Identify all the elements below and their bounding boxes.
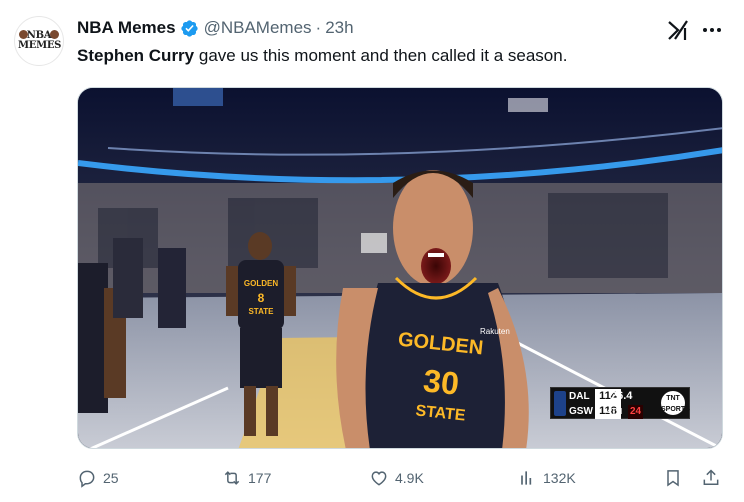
left-jersey-number: 8 (258, 291, 265, 305)
bookmark-icon (667, 470, 679, 487)
action-bar: 25 177 4.9K 132K (77, 466, 723, 490)
verified-badge-icon (180, 19, 198, 37)
like-count: 4.9K (395, 470, 424, 486)
bookmark-button[interactable] (663, 466, 683, 490)
repost-icon (224, 471, 240, 485)
avatar-logo-text: NBA MEMES (18, 30, 62, 51)
views-icon (521, 471, 532, 485)
like-button[interactable]: 4.9K (369, 466, 424, 490)
tweet-text-bold[interactable]: Stephen Curry (77, 46, 194, 65)
heart-icon (371, 471, 387, 486)
reply-icon (79, 470, 95, 488)
nba-logo-icon (554, 391, 566, 416)
quarter: 4TH (607, 407, 623, 416)
reply-count: 25 (103, 470, 119, 486)
game-clock: 26.4 (611, 390, 633, 402)
home-team: GSW (569, 406, 593, 417)
share-button[interactable] (701, 466, 721, 490)
tweet-media-image[interactable]: GOLDEN 8 STATE GOLDEN 30 STATE Rakuten D… (77, 87, 723, 449)
repost-button[interactable]: 177 (222, 466, 271, 490)
jersey-sponsor: Rakuten (480, 327, 510, 336)
away-team: DAL (569, 391, 590, 402)
tweet: NBA MEMES NBA Memes @NBAMemes · 23h Step… (0, 0, 744, 502)
account-handle[interactable]: @NBAMemes (204, 18, 312, 38)
scoreboard: DAL 114 GSW 118 26.4 4TH 24 TNT SPORTS (550, 387, 690, 419)
more-dot (710, 28, 714, 32)
grok-icon[interactable] (666, 19, 690, 41)
shot-clock: 24 (628, 405, 644, 419)
left-jersey-text: GOLDEN (244, 279, 278, 288)
account-name[interactable]: NBA Memes (77, 18, 176, 38)
views-button[interactable]: 132K (517, 466, 576, 490)
reply-button[interactable]: 25 (77, 466, 119, 490)
tweet-header: NBA Memes @NBAMemes · 23h (77, 18, 354, 38)
curry-jersey-number: 30 (422, 362, 461, 402)
repost-count: 177 (248, 470, 272, 486)
share-icon (703, 469, 719, 485)
avatar[interactable]: NBA MEMES (14, 16, 64, 66)
more-dot (717, 28, 721, 32)
timestamp[interactable]: 23h (325, 18, 353, 38)
network-logo: TNT SPORTS (661, 391, 690, 415)
more-dot (703, 28, 707, 32)
tweet-text: Stephen Curry gave us this moment and th… (77, 46, 567, 66)
avatar-logo: NBA MEMES (16, 18, 62, 64)
separator-dot: · (315, 18, 322, 37)
tweet-text-rest: gave us this moment and then called it a… (194, 46, 568, 65)
left-jersey-bottom: STATE (248, 307, 274, 316)
more-icon[interactable] (700, 20, 724, 40)
views-count: 132K (543, 470, 576, 486)
